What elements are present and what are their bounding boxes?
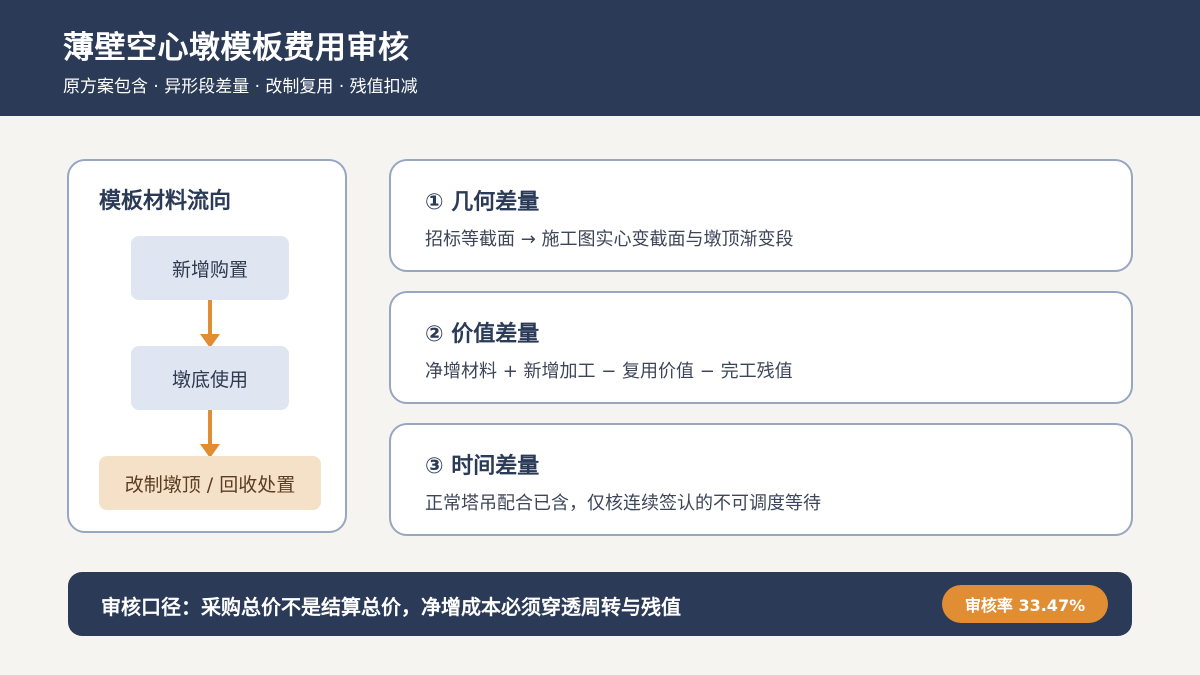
card-geometric-diff: ① 几何差量 招标等截面 → 施工图实心变截面与墩顶渐变段: [389, 159, 1133, 272]
card-value-diff: ② 价值差量 净增材料 + 新增加工 − 复用价值 − 完工残值: [389, 291, 1133, 404]
card-time-diff: ③ 时间差量 正常塔吊配合已含，仅核连续签认的不可调度等待: [389, 423, 1133, 536]
card-description: 招标等截面 → 施工图实心变截面与墩顶渐变段: [425, 229, 794, 250]
card-title: ② 价值差量: [425, 322, 540, 347]
flow-step-modify-recycle: 改制墩顶 / 回收处置: [99, 456, 321, 510]
flow-step-new-purchase: 新增购置: [131, 236, 289, 300]
card-description: 正常塔吊配合已含，仅核连续签认的不可调度等待: [425, 493, 821, 514]
card-title: ③ 时间差量: [425, 454, 540, 479]
page-subtitle: 原方案包含 · 异形段差量 · 改制复用 · 残值扣减: [63, 77, 418, 97]
flow-arrow-down-1: [200, 300, 220, 348]
audit-criteria-text: 审核口径：采购总价不是结算总价，净增成本必须穿透周转与残值: [101, 595, 681, 619]
card-description: 净增材料 + 新增加工 − 复用价值 − 完工残值: [425, 361, 793, 382]
flow-arrow-down-2: [200, 410, 220, 458]
card-title: ① 几何差量: [425, 190, 540, 215]
page-title: 薄壁空心墩模板费用审核: [63, 30, 410, 66]
flow-panel-title: 模板材料流向: [99, 189, 232, 214]
material-flow-panel: 模板材料流向 新增购置 墩底使用 改制墩顶 / 回收处置: [67, 159, 347, 533]
flow-step-base-use: 墩底使用: [131, 346, 289, 410]
header-banner: 薄壁空心墩模板费用审核 原方案包含 · 异形段差量 · 改制复用 · 残值扣减: [0, 0, 1200, 116]
audit-criteria-bar: 审核口径：采购总价不是结算总价，净增成本必须穿透周转与残值 审核率 33.47%: [68, 572, 1132, 636]
audit-rate-badge: 审核率 33.47%: [942, 585, 1108, 623]
